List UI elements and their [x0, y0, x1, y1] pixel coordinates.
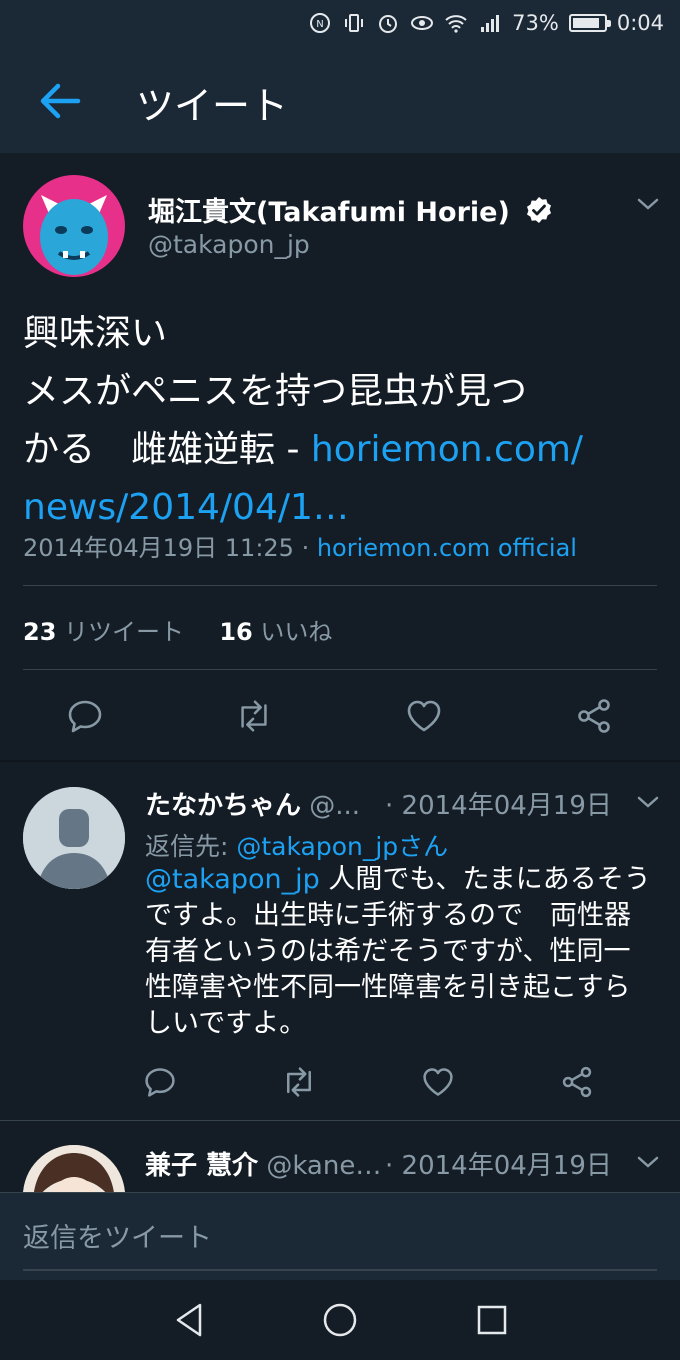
- reply-avatar-default[interactable]: [23, 787, 125, 889]
- verified-badge-icon: [525, 196, 553, 231]
- chevron-down-icon[interactable]: [636, 1150, 660, 1178]
- tweet-source-link[interactable]: horiemon.com official: [317, 534, 577, 562]
- navigation-bar: [0, 1280, 680, 1360]
- reply-author-handle: @kane…: [266, 1151, 382, 1181]
- reply-header[interactable]: 兼子 慧介 @kane… · 2014年04月19日: [145, 1145, 635, 1182]
- tweet-text-segment: かる 雌雄逆転 -: [23, 429, 311, 470]
- section-divider: [0, 760, 680, 762]
- reply-author-handle: @...: [309, 791, 361, 821]
- retweets-label: リツイート: [64, 618, 185, 646]
- status-bar: N 73% 0:04: [0, 0, 680, 45]
- reply-text: @takapon_jp 人間でも、たまにあるそう ですよ。出生時に手術するので …: [145, 862, 660, 1042]
- retweets-count: 23: [23, 618, 57, 646]
- tweet-timestamp: 2014年04月19日 11:25 ·: [23, 534, 317, 562]
- tweet-text-line: かる 雌雄逆転 - horiemon.com/: [23, 421, 663, 479]
- share-icon[interactable]: [574, 696, 614, 736]
- author-handle: @takapon_jp: [148, 230, 310, 259]
- input-underline: [23, 1269, 657, 1271]
- tweet-text-line: メスがペニスを持つ昆虫が見つ: [23, 371, 528, 412]
- reply-to-prefix: 返信先:: [145, 832, 237, 861]
- reply-to: 返信先: @takapon_jpさん: [145, 827, 448, 863]
- divider: [23, 669, 657, 670]
- chevron-down-icon[interactable]: [636, 192, 660, 220]
- share-icon[interactable]: [557, 1062, 597, 1102]
- clock: 0:04: [616, 10, 664, 35]
- vibrate-icon: [342, 11, 366, 35]
- retweet-icon[interactable]: [279, 1062, 319, 1102]
- reply-text-line: 性障害や性不同一性障害を引き起こすら: [145, 972, 631, 1003]
- arrow-left-icon[interactable]: [36, 77, 84, 125]
- heart-icon[interactable]: [418, 1062, 458, 1102]
- heart-icon[interactable]: [404, 696, 444, 736]
- reply-date: · 2014年04月19日: [385, 1151, 612, 1181]
- page-title: ツイート: [136, 84, 289, 128]
- retweets-stat[interactable]: 23 リツイート: [23, 618, 184, 646]
- divider: [0, 1120, 680, 1121]
- tweet-link[interactable]: horiemon.com/: [311, 429, 583, 470]
- nav-recents-icon[interactable]: [472, 1300, 512, 1344]
- author-avatar[interactable]: [23, 175, 125, 277]
- reply-text-line: ですよ。出生時に手術するので 両性器: [145, 900, 631, 931]
- author-name: 堀江貴文(Takafumi Horie): [148, 197, 510, 228]
- signal-icon: [478, 11, 502, 35]
- battery-icon: [568, 13, 611, 32]
- reply-icon[interactable]: [140, 1062, 180, 1102]
- chevron-down-icon[interactable]: [636, 790, 660, 818]
- reply-author-name: 兼子 慧介: [145, 1151, 259, 1181]
- mention-link[interactable]: @takapon_jp: [145, 864, 320, 895]
- reply-text-line: 有者というのは希だそうですが、性同一: [145, 936, 631, 967]
- retweet-icon[interactable]: [234, 696, 274, 736]
- eye-icon: [410, 11, 434, 35]
- reply-author-name: たなかちゃん: [145, 791, 302, 821]
- nav-home-icon[interactable]: [320, 1300, 360, 1344]
- reply-icon[interactable]: [65, 696, 105, 736]
- reply-text-segment: 人間でも、たまにあるそう: [319, 864, 651, 895]
- tweet-text: 興味深い メスがペニスを持つ昆虫が見つ かる 雌雄逆転 - horiemon.c…: [23, 305, 663, 537]
- tweet-stats: 23 リツイート 16 いいね: [23, 612, 332, 647]
- wifi-icon: [444, 11, 468, 35]
- reply-text-line: しいですよ。: [145, 1008, 307, 1039]
- reply-header[interactable]: たなかちゃん @... · 2014年04月19日: [145, 785, 635, 822]
- likes-label: いいね: [260, 618, 333, 646]
- author-name-row[interactable]: 堀江貴文(Takafumi Horie): [148, 190, 553, 231]
- tweet-text-line: 興味深い: [23, 313, 168, 354]
- reply-text-line: @takapon_jp 人間でも、たまにあるそう: [145, 862, 660, 898]
- app-header: ツイート: [0, 45, 680, 153]
- tweet-meta: 2014年04月19日 11:25 · horiemon.com officia…: [23, 528, 577, 563]
- reply-to-handle[interactable]: @takapon_jpさん: [236, 832, 448, 861]
- likes-stat[interactable]: 16 いいね: [219, 618, 332, 646]
- likes-count: 16: [219, 618, 253, 646]
- nav-back-icon[interactable]: [170, 1300, 210, 1344]
- battery-percent: 73%: [512, 10, 559, 35]
- reply-date: · 2014年04月19日: [385, 791, 612, 821]
- alarm-icon: [376, 11, 400, 35]
- reply-input[interactable]: 返信をツイート: [23, 1216, 212, 1255]
- divider: [23, 585, 657, 586]
- nfc-icon: N: [308, 11, 332, 35]
- svg-text:N: N: [316, 19, 323, 30]
